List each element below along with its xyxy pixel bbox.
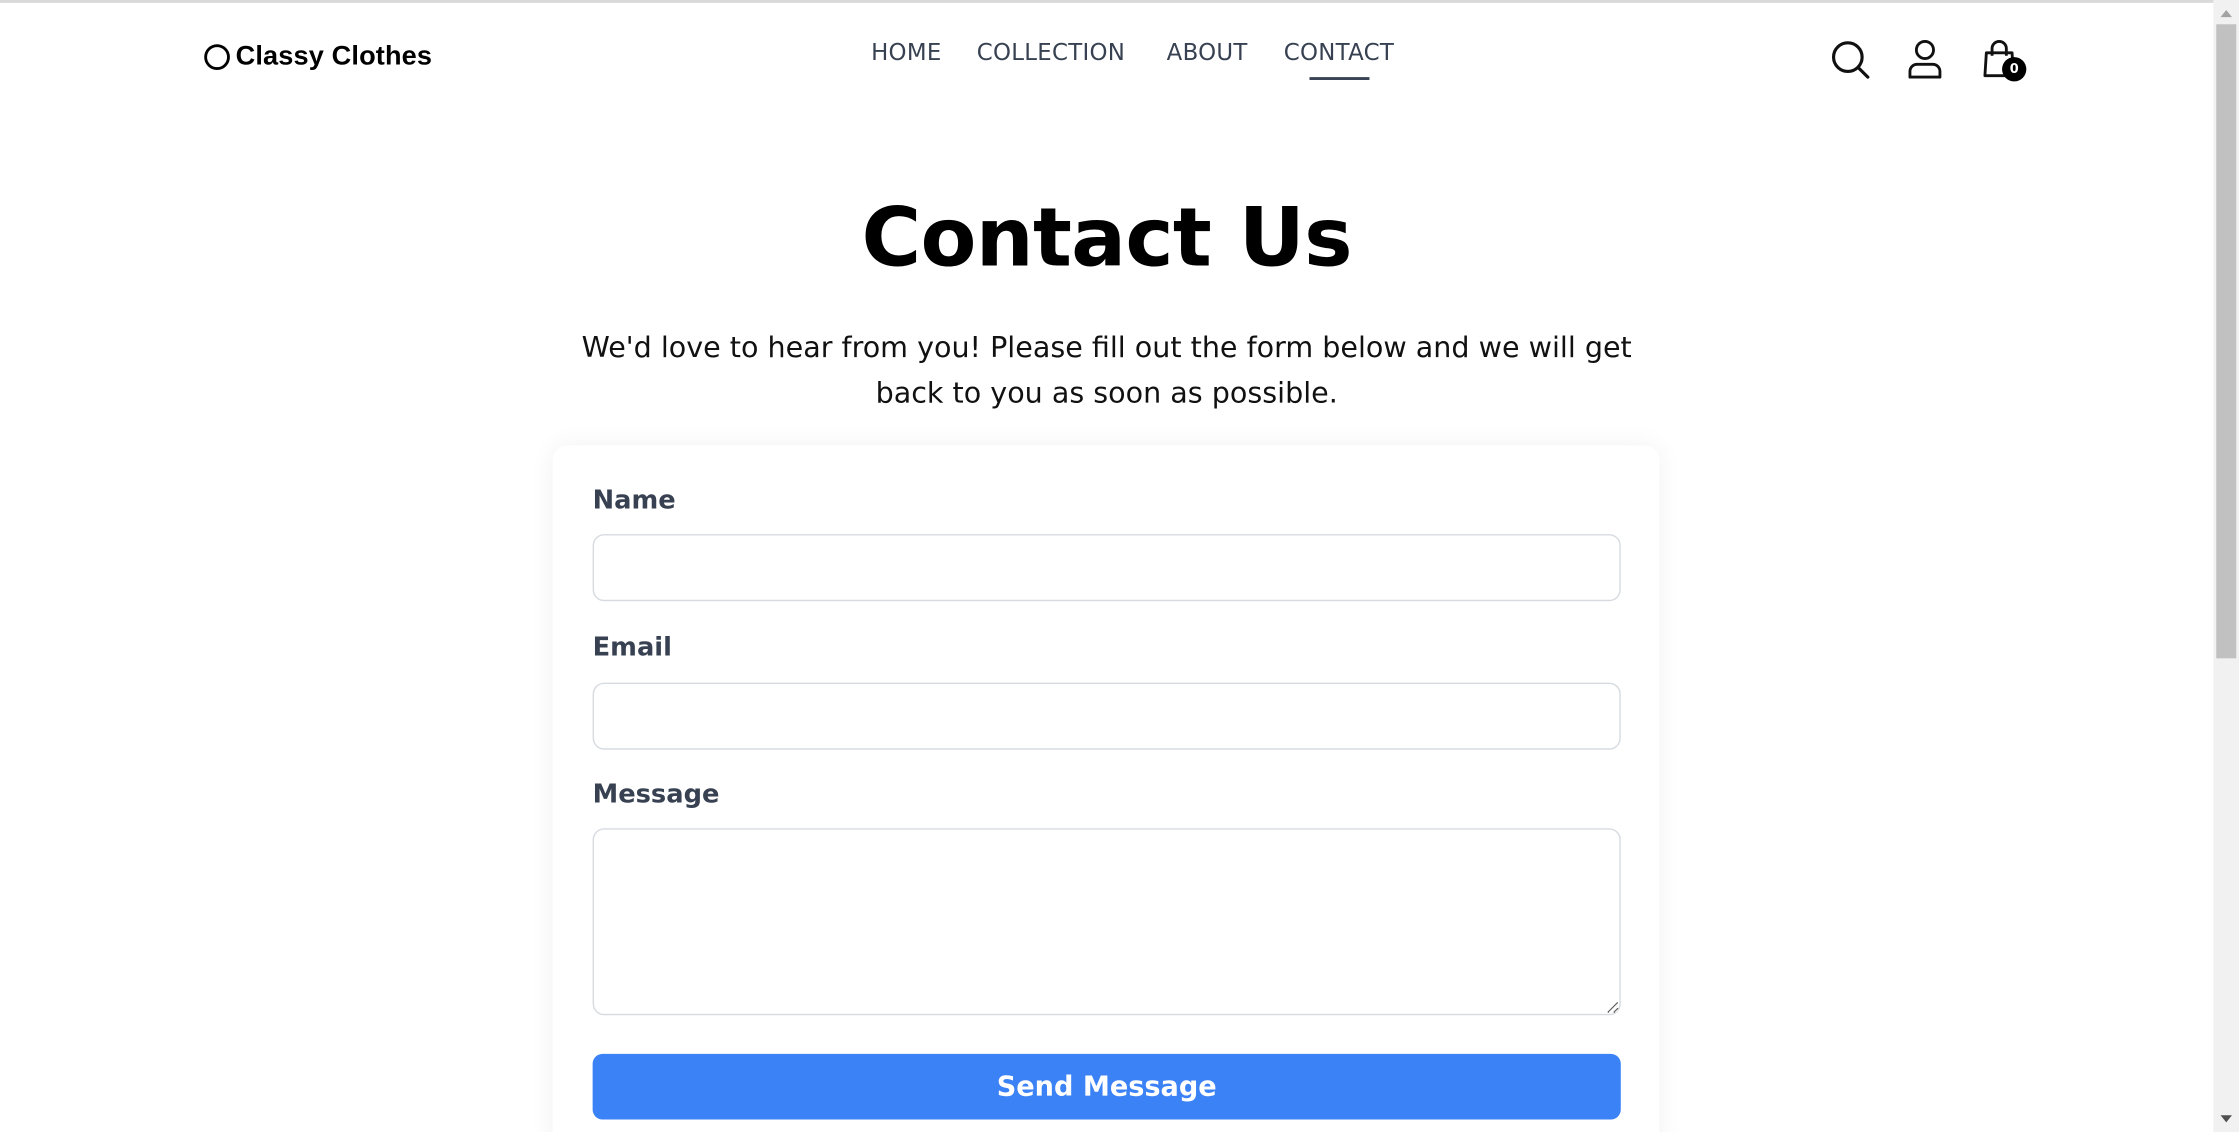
message-textarea[interactable] xyxy=(592,828,1621,1016)
message-label: Message xyxy=(592,779,720,810)
name-input[interactable] xyxy=(592,534,1621,602)
search-icon xyxy=(1831,41,1870,79)
email-label: Email xyxy=(592,632,672,663)
page-title: Contact Us xyxy=(861,191,1353,286)
header-icons: 0 xyxy=(1829,37,2027,82)
user-icon xyxy=(1908,39,1942,79)
cart-button[interactable]: 0 xyxy=(1978,37,2027,82)
nav-contact[interactable]: CONTACT xyxy=(1284,39,1394,66)
scroll-thumb[interactable] xyxy=(2216,24,2237,659)
page: Classy Clothes HOME COLLECTION ABOUT CON… xyxy=(0,0,2239,1132)
page-scrollbar[interactable] xyxy=(2213,0,2239,1132)
nav-home[interactable]: HOME xyxy=(871,39,941,66)
name-label: Name xyxy=(592,485,676,516)
nav-collection[interactable]: COLLECTION xyxy=(977,39,1125,66)
site-header: Classy Clothes HOME COLLECTION ABOUT CON… xyxy=(0,0,2213,114)
intro-text: We'd love to hear from you! Please fill … xyxy=(581,329,1632,410)
email-input[interactable] xyxy=(592,682,1621,750)
account-button[interactable] xyxy=(1904,37,1947,80)
scroll-up-arrow-icon[interactable] xyxy=(2220,9,2232,18)
scroll-down-arrow-icon[interactable] xyxy=(2220,1115,2232,1123)
cart-count-badge: 0 xyxy=(2002,57,2027,82)
nav-about[interactable]: ABOUT xyxy=(1167,39,1248,66)
send-message-button[interactable]: Send Message xyxy=(592,1053,1621,1120)
search-button[interactable] xyxy=(1829,37,1872,80)
